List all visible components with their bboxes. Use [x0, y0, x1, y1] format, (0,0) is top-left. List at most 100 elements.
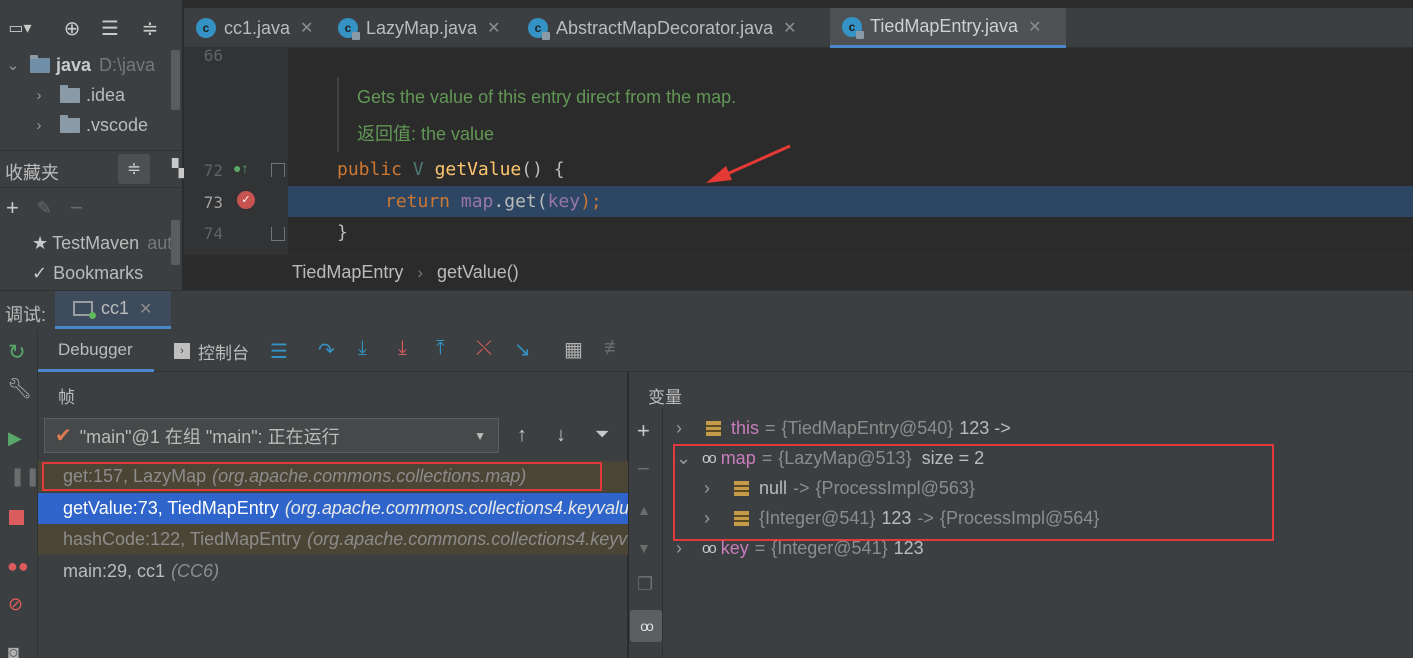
debug-session-tab[interactable]: cc1 ✕	[55, 291, 171, 329]
frame-package: (org.apache.commons.collections4.keyvalu…	[307, 529, 628, 549]
tree-item-path: D:\java	[99, 54, 156, 75]
thread-selector[interactable]: ✔ "main"@1 在组 "main": 正在运行 ▼	[44, 418, 499, 453]
favorites-title: 收藏夹	[5, 163, 59, 183]
frame-method: getValue:73, TiedMapEntry	[63, 498, 279, 518]
mute-breakpoints-icon[interactable]: ⊘	[8, 594, 23, 615]
resume-icon[interactable]: ▶︎	[8, 428, 22, 449]
camera-icon[interactable]: ◙	[8, 642, 19, 658]
code-field: map	[460, 191, 494, 212]
move-down-icon[interactable]: ▼	[637, 540, 651, 556]
debug-side-toolbar: ↻ 🔧︎ ▶︎ ❚❚ ●● ⊘ ◙	[0, 330, 40, 658]
variable-equals: =	[754, 537, 766, 558]
tree-item-label: .vscode	[86, 114, 149, 135]
stop-icon[interactable]	[9, 510, 24, 525]
variable-row-key[interactable]: › oo key = {Integer@541} 123	[676, 533, 924, 563]
code-field: key	[547, 191, 581, 212]
code-text: );	[580, 191, 602, 212]
variable-type: {Integer@541}	[771, 537, 888, 558]
chevron-down-icon[interactable]: ⌄	[4, 56, 22, 74]
field-icon	[706, 420, 721, 436]
variable-value: 123 ->	[959, 417, 1011, 438]
rerun-icon[interactable]: ↻	[8, 340, 26, 365]
breadcrumb-class[interactable]: TiedMapEntry	[292, 262, 403, 283]
variable-name: key	[720, 537, 749, 558]
chevron-right-icon[interactable]: ›	[30, 117, 48, 134]
close-icon[interactable]: ✕	[487, 18, 500, 38]
line-number: 73	[203, 193, 223, 212]
chevron-right-icon[interactable]: ›	[676, 418, 706, 439]
next-frame-icon[interactable]: ↓	[556, 424, 566, 447]
remove-watch-icon[interactable]: −	[637, 456, 650, 482]
console-icon: ›	[174, 343, 190, 359]
variable-value: 123	[893, 537, 924, 558]
tab-abstractmapdecorator-java[interactable]: c AbstractMapDecorator.java ✕	[516, 8, 830, 48]
settings-wrench-icon[interactable]: 🔧︎	[7, 376, 32, 401]
add-icon[interactable]: +	[6, 195, 19, 221]
edit-icon[interactable]: ✎	[37, 198, 52, 219]
favorites-item-suffix: aut	[147, 232, 173, 253]
favorites-toolbar: + ✎ −	[6, 195, 83, 221]
tab-debugger[interactable]: Debugger	[38, 330, 154, 372]
step-out-icon[interactable]: ⤒	[436, 337, 445, 360]
frame-row-selected[interactable]: getValue:73, TiedMapEntry (org.apache.co…	[38, 493, 628, 524]
favorites-item-bookmarks[interactable]: ✓ Bookmarks	[32, 258, 143, 288]
trace-stream-icon[interactable]: ≢	[604, 337, 624, 360]
previous-frame-icon[interactable]: ↑	[517, 424, 527, 447]
duplicate-watch-icon[interactable]: ❐	[637, 574, 653, 595]
project-scrollbar[interactable]	[171, 50, 180, 110]
tree-item-vscode[interactable]: › .vscode	[30, 110, 148, 140]
locate-icon[interactable]: ⊕	[60, 16, 84, 40]
frame-package: (org.apache.commons.collections4.keyvalu…	[284, 498, 628, 518]
tab-label: LazyMap.java	[366, 17, 478, 38]
close-icon[interactable]: ✕	[139, 299, 152, 319]
remove-icon[interactable]: −	[70, 195, 83, 221]
close-icon[interactable]: ✕	[783, 18, 796, 38]
step-into-icon[interactable]: ⤓	[358, 337, 367, 360]
tab-cc1-java[interactable]: c cc1.java ✕	[184, 8, 326, 48]
fold-close-icon[interactable]	[271, 227, 285, 241]
annotation-arrow	[706, 144, 791, 183]
frame-row[interactable]: main:29, cc1 (CC6)	[38, 556, 628, 587]
view-breakpoints-icon[interactable]: ●●	[7, 556, 29, 577]
drop-frame-icon[interactable]: ⤬	[476, 337, 492, 360]
variable-row-this[interactable]: › this = {TiedMapEntry@540} 123 ->	[676, 413, 1011, 443]
variables-side-toolbar: + − ▲ ▼ ❐ oo	[629, 408, 663, 658]
tab-console[interactable]: › 控制台	[174, 330, 249, 372]
run-to-cursor-icon[interactable]: ↘	[514, 337, 531, 362]
line-number: 66	[203, 46, 223, 65]
chevron-right-icon[interactable]: ›	[30, 87, 48, 104]
tree-item-idea[interactable]: › .idea	[30, 80, 125, 110]
fold-open-icon[interactable]	[271, 163, 285, 177]
step-over-icon[interactable]: ↷	[318, 338, 335, 363]
close-icon[interactable]: ✕	[1028, 17, 1041, 37]
chevron-right-icon[interactable]: ›	[676, 538, 702, 559]
dropdown-arrow-icon[interactable]: ▼	[474, 429, 486, 443]
tab-tiedmapentry-java[interactable]: c TiedMapEntry.java ✕	[830, 8, 1066, 48]
filter-icon[interactable]: ⏷	[595, 424, 609, 445]
breadcrumb-method[interactable]: getValue()	[437, 262, 519, 283]
expand-all-icon[interactable]: ☰	[98, 16, 122, 40]
favorites-item-testmaven[interactable]: ★ TestMaven aut	[32, 228, 172, 258]
add-watch-icon[interactable]: +	[637, 418, 650, 444]
variable-name: this	[731, 417, 760, 438]
code-method: getValue	[434, 159, 522, 180]
show-watches-icon[interactable]: oo	[630, 610, 662, 642]
collapse-all-icon[interactable]: ≑	[138, 16, 162, 40]
project-view-icon[interactable]: ▭▾	[8, 16, 32, 40]
variable-type: {TiedMapEntry@540}	[781, 417, 954, 438]
close-icon[interactable]: ✕	[300, 18, 313, 38]
collapse-icon[interactable]: ≑	[118, 154, 150, 184]
evaluate-expression-icon[interactable]: ▦	[564, 337, 583, 362]
move-up-icon[interactable]: ▲	[637, 502, 651, 518]
favorites-scrollbar[interactable]	[171, 220, 180, 265]
show-execution-point-icon[interactable]: ☰	[270, 339, 288, 364]
override-marker-icon[interactable]: ●↑	[233, 160, 248, 176]
force-step-into-icon[interactable]: ⤓	[398, 337, 407, 360]
tree-item-java[interactable]: ⌄ java D:\java	[4, 50, 155, 80]
tab-lazymap-java[interactable]: c LazyMap.java ✕	[326, 8, 516, 48]
tab-label: 控制台	[198, 343, 249, 363]
breakpoint-icon[interactable]: ✓	[237, 191, 255, 209]
debug-label: 调试:	[5, 305, 47, 325]
pause-icon[interactable]: ❚❚	[10, 466, 40, 487]
frame-row[interactable]: hashCode:122, TiedMapEntry (org.apache.c…	[38, 524, 628, 555]
